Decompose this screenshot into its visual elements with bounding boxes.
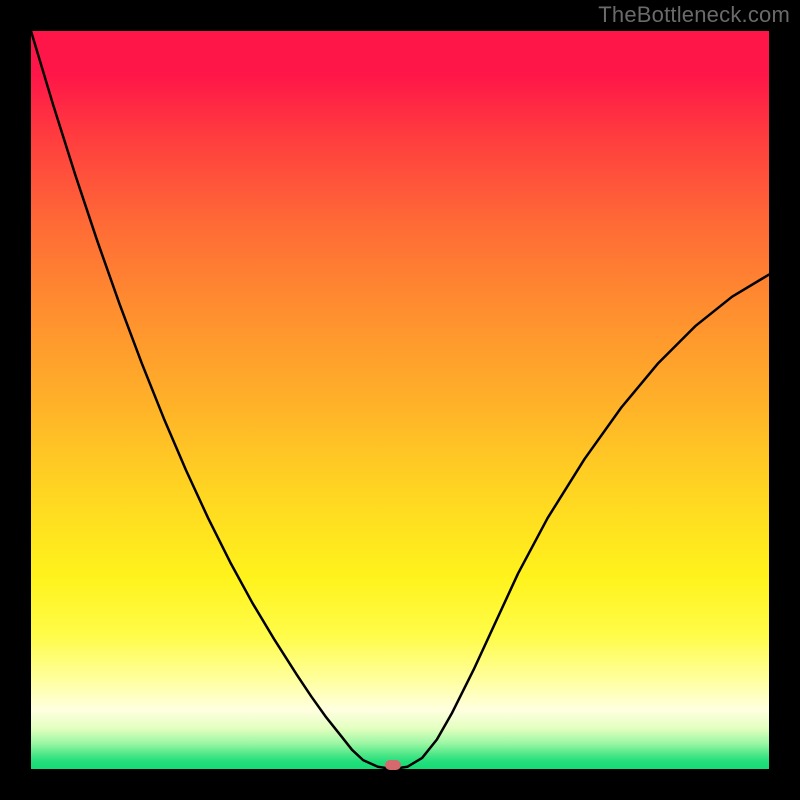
watermark-text: TheBottleneck.com (598, 2, 790, 28)
bottleneck-curve (31, 31, 769, 769)
min-marker (385, 760, 401, 770)
chart-frame: TheBottleneck.com (0, 0, 800, 800)
plot-area (31, 31, 769, 769)
